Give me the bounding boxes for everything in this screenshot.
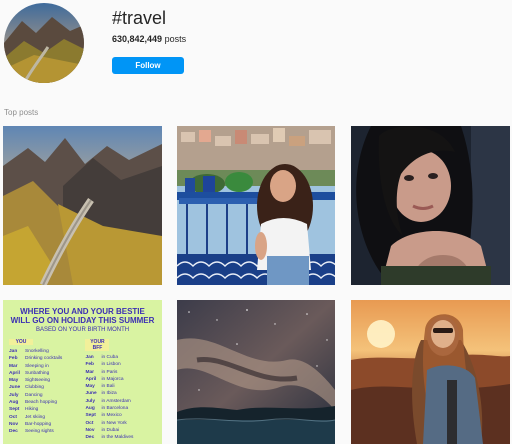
infographic-bff-row: Mar in Paris (85, 369, 156, 376)
infographic-you-month: Jan (9, 349, 18, 354)
infographic-bff-row: Feb in Lisbon (85, 361, 156, 368)
infographic-you-row: June Clubbing (9, 384, 80, 391)
post-tile-sunset-portrait[interactable] (351, 300, 510, 444)
infographic-bff-month: Nov (85, 427, 95, 433)
infographic-bff-month: Jan (85, 355, 94, 360)
infographic-you-row: Nov Bar-hopping (9, 421, 80, 428)
post-tile-selfie[interactable] (351, 126, 510, 285)
infographic-bff-month: Oct (85, 420, 94, 426)
infographic-bff-month: July (85, 398, 96, 404)
infographic-you-month: May (9, 378, 19, 384)
infographic-you-value: Beach hopping (25, 400, 58, 406)
infographic-you-row: Feb Drinking cocktails (9, 355, 80, 362)
infographic-bff-month: June (85, 391, 97, 397)
infographic-you-value: Dancing (25, 392, 43, 398)
infographic-you-month: Sept (9, 407, 20, 413)
post-tile-terrace-portrait[interactable] (177, 126, 335, 285)
infographic-you-row: Aug Beach hopping (9, 399, 80, 406)
infographic-bff-row: May in Bali (85, 383, 156, 390)
post-count-number: 630,842,449 (112, 34, 163, 44)
infographic-bff-value: in Mexico (101, 413, 122, 419)
infographic-bff-value: in New York (101, 420, 127, 426)
infographic-you-row: Dec Seeing sights (9, 428, 80, 435)
infographic-you-value: Bar-hopping (25, 421, 52, 427)
infographic-you-row: Jan Snorkelling (9, 348, 80, 355)
infographic-you-month: July (9, 392, 19, 398)
infographic-you-month: Dec (9, 429, 18, 435)
post-count: 630,842,449 posts (112, 34, 186, 44)
infographic-bff-row: Dec in the Maldives (85, 434, 156, 441)
infographic-you-value: Hiking (25, 407, 39, 413)
infographic-you-row: Sept Hiking (9, 406, 80, 413)
infographic-you-row: April Sunbathing (9, 370, 80, 377)
infographic-you-column: YOU Jan Snorkelling Feb Drinking cocktails M… (9, 339, 80, 442)
hashtag-avatar[interactable] (4, 3, 84, 83)
infographic-bff-month: Aug (85, 406, 95, 412)
infographic-subtitle: BASED ON YOUR BIRTH MONTH (35, 327, 130, 333)
infographic-bff-month: Dec (85, 435, 95, 441)
infographic-headline-2: WILL GO ON HOLIDAY THIS SUMMER (10, 316, 155, 325)
infographic-bff-row: June in Ibiza (85, 390, 156, 397)
infographic-you-value: Clubbing (25, 385, 44, 391)
infographic-you-row: July Dancing (9, 392, 80, 399)
infographic-bff-value: in Bali (101, 384, 115, 390)
infographic-bff-value: in Majorca (101, 376, 124, 382)
infographic-bff-list: Jan in Cuba Feb in Lisbon Mar in Paris April in… (85, 354, 156, 442)
infographic-headline-1: WHERE YOU AND YOUR BESTIE (20, 307, 145, 316)
post-tile-mountain-trail[interactable] (3, 126, 162, 285)
follow-button[interactable]: Follow (112, 57, 184, 74)
infographic-bff-value: in the Maldives (101, 435, 134, 441)
infographic-you-value: Snorkelling (25, 349, 49, 354)
infographic-you-value: Sunbathing (25, 370, 50, 376)
infographic-you-value: Sleeping in (25, 363, 49, 369)
infographic-bff-row: Nov in Dubai (85, 427, 156, 434)
infographic-you-heading: YOU (9, 339, 33, 345)
infographic-bff-row: Jan in Cuba (85, 354, 156, 361)
infographic-you-month: April (9, 370, 20, 376)
infographic-you-value: Drinking cocktails (25, 356, 63, 362)
infographic-bff-row: Aug in Barcelona (85, 405, 156, 412)
infographic-bff-month: April (85, 376, 97, 382)
post-tile-milky-way[interactable] (177, 300, 335, 444)
infographic-bff-row: Oct in New York (85, 420, 156, 427)
infographic-bff-value: in Barcelona (101, 406, 129, 412)
infographic-you-row: Oct Jet skiing (9, 414, 80, 421)
infographic-bff-month: Mar (85, 369, 94, 375)
infographic-bff-column: YOUR BFF Jan in Cuba Feb in Lisbon Mar in Par… (85, 339, 156, 442)
infographic-bff-month: May (85, 384, 95, 390)
infographic-you-month: Nov (9, 421, 19, 427)
post-count-suffix: posts (162, 34, 187, 44)
top-posts-heading: Top posts (4, 108, 39, 117)
infographic-card: WHERE YOU AND YOUR BESTIE WILL GO ON HOL… (3, 300, 162, 444)
infographic-bff-value: in Paris (101, 369, 118, 375)
infographic-bff-value: in Lisbon (101, 362, 121, 368)
infographic-bff-month: Feb (85, 362, 94, 368)
infographic-bff-month: Sept (85, 413, 96, 419)
infographic-bff-row: July in Amsterdam (85, 398, 156, 405)
infographic-you-month: Mar (9, 363, 18, 369)
infographic-you-row: May Sightseeing (9, 377, 80, 384)
infographic-you-month: Oct (9, 414, 17, 420)
hashtag-title: #travel (112, 8, 167, 28)
infographic-bff-row: Sept in Mexico (85, 412, 156, 419)
infographic-bff-row: April in Majorca (85, 376, 156, 383)
infographic-bff-heading: YOUR BFF (85, 339, 110, 351)
post-tile-holiday-infographic[interactable]: WHERE YOU AND YOUR BESTIE WILL GO ON HOL… (3, 300, 162, 444)
infographic-bff-value: in Ibiza (101, 391, 117, 397)
infographic-you-value: Jet skiing (25, 414, 45, 420)
infographic-you-value: Seeing sights (25, 429, 54, 435)
infographic-you-value: Sightseeing (25, 378, 51, 384)
infographic-you-month: Aug (9, 400, 19, 406)
infographic-bff-value: in Dubai (101, 427, 120, 433)
infographic-you-row: Mar Sleeping in (9, 363, 80, 370)
infographic-bff-value: in Amsterdam (101, 398, 131, 404)
infographic-bff-value: in Cuba (101, 355, 118, 360)
infographic-you-month: June (9, 385, 21, 391)
infographic-you-month: Feb (9, 356, 18, 362)
infographic-you-list: Jan Snorkelling Feb Drinking cocktails Mar Sl… (9, 348, 80, 436)
